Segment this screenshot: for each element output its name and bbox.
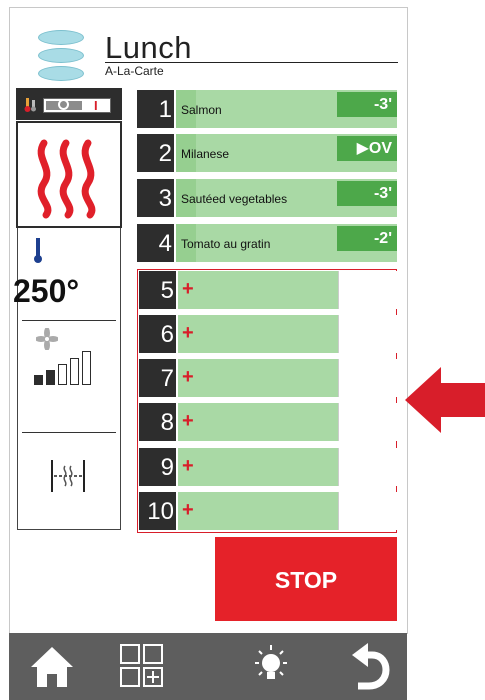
add-program-cell[interactable]: + (178, 403, 338, 441)
bottom-navbar (9, 633, 407, 700)
title-underline (105, 62, 398, 63)
program-row[interactable]: 3 Sautéed vegetables -3' (137, 179, 397, 217)
grid-add-icon[interactable] (117, 641, 167, 691)
add-icon: + (182, 499, 194, 521)
fan-level-5 (82, 351, 91, 385)
program-name-cell: Sautéed vegetables (176, 179, 336, 217)
time-cell: ▶OV (336, 134, 397, 172)
empty-slot-row[interactable]: 7 + (139, 359, 397, 397)
fan-level-3 (58, 364, 67, 385)
add-icon: + (182, 366, 194, 388)
empty-slot-row[interactable]: 8 + (139, 403, 397, 441)
program-name: Tomato au gratin (181, 237, 271, 251)
row-number: 4 (137, 224, 174, 262)
switch-on-label: I (94, 98, 98, 113)
divider (22, 432, 116, 433)
time-badge: -3' (337, 181, 397, 206)
row-number: 7 (139, 359, 176, 397)
empty-slot-row[interactable]: 9 + (139, 448, 397, 486)
row-number: 6 (139, 315, 176, 353)
time-cell (338, 492, 397, 530)
program-name-cell: Salmon (176, 90, 336, 128)
home-icon[interactable] (27, 641, 77, 691)
heat-waves-icon (37, 139, 96, 219)
time-cell: -3' (336, 179, 397, 217)
program-row[interactable]: 2 Milanese ▶OV (137, 134, 397, 172)
switch-off-side: O (46, 99, 82, 110)
program-name: Salmon (181, 103, 222, 117)
oven-settings-panel: O I 250° (13, 88, 122, 530)
fan-speed-levels[interactable] (34, 351, 104, 385)
thermometer-icon (34, 238, 42, 263)
trays-icon (38, 30, 84, 86)
add-program-cell[interactable]: + (178, 271, 338, 309)
program-name-cell: Tomato au gratin (176, 224, 336, 262)
arrow-left-icon (405, 367, 485, 433)
empty-slot-row[interactable]: 10 + (139, 492, 397, 530)
time-cell (338, 315, 397, 353)
steam-vent-icon[interactable] (48, 456, 88, 496)
page-title: Lunch (105, 30, 192, 65)
add-icon: + (182, 410, 194, 432)
time-badge: ▶OV (337, 136, 397, 161)
fan-level-1 (34, 375, 43, 385)
light-icon[interactable] (246, 641, 296, 691)
time-cell (338, 448, 397, 486)
time-badge: -2' (337, 226, 397, 251)
time-cell: -3' (336, 90, 397, 128)
row-number: 8 (139, 403, 176, 441)
add-icon: + (182, 455, 194, 477)
divider (22, 320, 116, 321)
heat-mode-button[interactable] (16, 121, 122, 228)
program-name-cell: Milanese (176, 134, 336, 172)
back-icon[interactable] (344, 641, 394, 691)
program-row[interactable]: 1 Salmon -3' (137, 90, 397, 128)
time-cell (338, 271, 397, 309)
row-number: 10 (139, 492, 176, 530)
add-program-cell[interactable]: + (178, 359, 338, 397)
time-cell (338, 359, 397, 397)
program-row[interactable]: 4 Tomato au gratin -2' (137, 224, 397, 262)
temperature-value[interactable]: 250° (13, 273, 79, 310)
row-number: 9 (139, 448, 176, 486)
add-program-cell[interactable]: + (178, 448, 338, 486)
temperature-switch-icon (24, 98, 36, 112)
time-cell (338, 403, 397, 441)
fan-icon (36, 328, 58, 350)
settings-column: 250° (13, 228, 121, 530)
time-cell: -2' (336, 224, 397, 262)
empty-slots-group: 5 + 6 + 7 + 8 + 9 + 10 + (137, 269, 397, 533)
stop-button[interactable]: STOP (215, 537, 397, 621)
fan-level-2 (46, 370, 55, 385)
program-name: Milanese (181, 147, 230, 161)
header: Lunch A-La-Carte (10, 8, 407, 88)
row-number: 2 (137, 134, 174, 172)
mode-switch[interactable]: O I (43, 98, 111, 113)
fan-level-4 (70, 358, 79, 385)
page-subtitle: A-La-Carte (105, 64, 164, 78)
row-number: 5 (139, 271, 176, 309)
program-name: Sautéed vegetables (181, 192, 288, 206)
time-badge: -3' (337, 92, 397, 117)
row-number: 3 (137, 179, 174, 217)
switch-off-label: O (58, 99, 69, 110)
empty-slot-row[interactable]: 6 + (139, 315, 397, 353)
mode-toggle-bar: O I (16, 88, 122, 120)
add-program-cell[interactable]: + (178, 315, 338, 353)
empty-slot-row[interactable]: 5 + (139, 271, 397, 309)
add-icon: + (182, 322, 194, 344)
add-icon: + (182, 278, 194, 300)
row-number: 1 (137, 90, 174, 128)
add-program-cell[interactable]: + (178, 492, 338, 530)
